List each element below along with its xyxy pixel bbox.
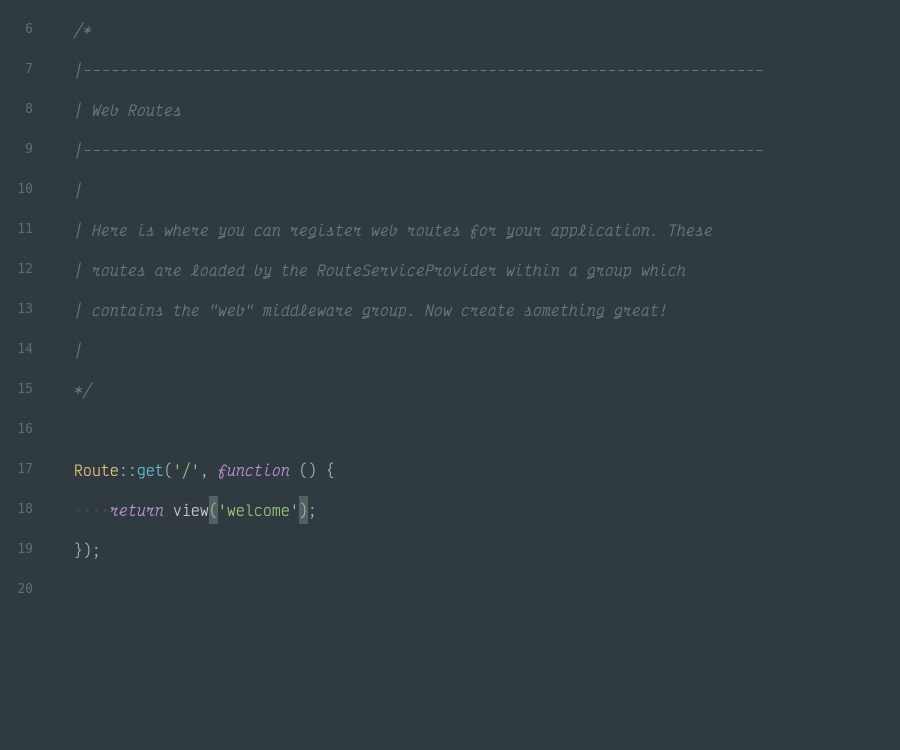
code-token: |---------------------------------------… (74, 140, 764, 160)
line-number: 15 (0, 370, 49, 410)
code-token: get (137, 460, 164, 480)
line-number: 20 (0, 570, 49, 610)
code-line[interactable]: | Web Routes (74, 90, 900, 130)
code-line[interactable] (74, 570, 900, 610)
code-token: |---------------------------------------… (74, 60, 764, 80)
code-token (317, 460, 326, 480)
code-line[interactable]: | contains the "web" middleware group. N… (74, 290, 900, 330)
code-token: view (173, 500, 209, 520)
code-line[interactable]: | routes are loaded by the RouteServiceP… (74, 250, 900, 290)
code-line[interactable]: */ (74, 370, 900, 410)
code-token: | (74, 340, 83, 360)
code-token: | routes are loaded by the RouteServiceP… (74, 260, 686, 280)
code-token: | contains the "web" middleware group. N… (74, 300, 668, 320)
code-token: ; (92, 540, 101, 560)
line-number: 13 (0, 290, 49, 330)
code-line[interactable]: /* (74, 10, 900, 50)
code-token: | Web Routes (74, 100, 182, 120)
code-token: | Here is where you can register web rou… (74, 220, 713, 240)
code-token: ···· (74, 500, 110, 520)
code-line[interactable]: | (74, 170, 900, 210)
line-number: 18 (0, 490, 49, 530)
line-number-gutter: 67891011121314151617181920 (0, 0, 50, 750)
code-area[interactable]: /* |-------------------------------------… (50, 0, 900, 750)
code-token: '/' (173, 460, 200, 480)
line-number: 10 (0, 170, 49, 210)
code-token: function (218, 460, 290, 480)
code-line[interactable]: Route::get('/', function () { (74, 450, 900, 490)
code-token (164, 500, 173, 520)
code-token: /* (74, 20, 92, 40)
code-token: ) (83, 540, 92, 560)
code-token: return (110, 500, 164, 520)
code-line[interactable]: | Here is where you can register web rou… (74, 210, 900, 250)
code-line[interactable]: |---------------------------------------… (74, 130, 900, 170)
code-token (290, 460, 299, 480)
code-token: ( (209, 496, 218, 524)
code-token: { (326, 460, 335, 480)
code-token: :: (119, 460, 137, 480)
code-token: */ (74, 380, 92, 400)
line-number: 11 (0, 210, 49, 250)
code-token: () (299, 460, 317, 480)
code-token: , (200, 460, 218, 480)
line-number: 16 (0, 410, 49, 450)
line-number: 12 (0, 250, 49, 290)
line-number: 14 (0, 330, 49, 370)
code-editor[interactable]: 67891011121314151617181920 /* |----------… (0, 0, 900, 750)
line-number: 8 (0, 90, 49, 130)
code-line[interactable] (74, 410, 900, 450)
code-token: 'welcome' (218, 500, 299, 520)
code-token: ) (299, 496, 308, 524)
line-number: 7 (0, 50, 49, 90)
line-number: 9 (0, 130, 49, 170)
code-line[interactable]: }); (74, 530, 900, 570)
line-number: 19 (0, 530, 49, 570)
code-token: | (74, 180, 83, 200)
code-line[interactable]: |---------------------------------------… (74, 50, 900, 90)
code-token: ; (308, 500, 317, 520)
code-token: ( (164, 460, 173, 480)
line-number: 17 (0, 450, 49, 490)
line-number: 6 (0, 10, 49, 50)
code-token: Route (74, 460, 119, 480)
code-line[interactable]: | (74, 330, 900, 370)
code-token: } (74, 540, 83, 560)
code-line[interactable]: ····return view('welcome'); (74, 490, 900, 530)
